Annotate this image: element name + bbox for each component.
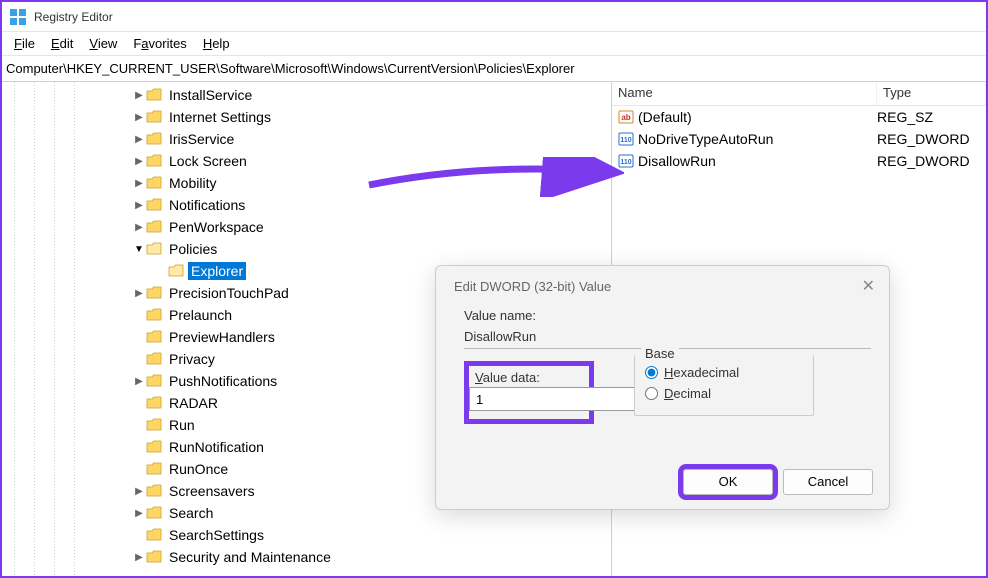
tree-item-label: Mobility bbox=[166, 174, 219, 192]
tree-item[interactable]: ▶ Security and Maintenance bbox=[2, 546, 611, 568]
tree-item-label: Lock Screen bbox=[166, 152, 250, 170]
caret-icon[interactable]: ▶ bbox=[132, 178, 146, 189]
caret-icon[interactable]: ▶ bbox=[132, 376, 146, 387]
base-group: Base Hexadecimal Decimal bbox=[634, 355, 814, 416]
tree-item-label: Notifications bbox=[166, 196, 248, 214]
radio-dec-label: Decimal bbox=[664, 386, 711, 401]
tree-item[interactable]: ▶ Notifications bbox=[2, 194, 611, 216]
cancel-button[interactable]: Cancel bbox=[783, 469, 873, 495]
col-type[interactable]: Type bbox=[877, 82, 986, 105]
titlebar: Registry Editor bbox=[2, 2, 986, 32]
tree-item-label: PreviewHandlers bbox=[166, 328, 278, 346]
tree-item-label: SearchSettings bbox=[166, 526, 267, 544]
tree-item-label: Prelaunch bbox=[166, 306, 235, 324]
address-input[interactable] bbox=[6, 61, 982, 76]
regedit-icon bbox=[10, 9, 26, 25]
svg-text:110: 110 bbox=[620, 137, 631, 144]
caret-icon[interactable]: ▶ bbox=[132, 288, 146, 299]
tree-item[interactable]: ▶ InstallService bbox=[2, 84, 611, 106]
svg-text:110: 110 bbox=[620, 159, 631, 166]
list-row[interactable]: 110 DisallowRunREG_DWORD bbox=[612, 150, 986, 172]
ok-button[interactable]: OK bbox=[683, 469, 773, 495]
caret-icon[interactable]: ▶ bbox=[132, 112, 146, 123]
tree-item-label: Run bbox=[166, 416, 198, 434]
value-type: REG_DWORD bbox=[877, 131, 986, 147]
tree-item[interactable]: ▼ Policies bbox=[2, 238, 611, 260]
radio-hex-label: Hexadecimal bbox=[664, 365, 739, 380]
dialog-title: Edit DWORD (32-bit) Value bbox=[454, 279, 611, 294]
tree-item-label: Privacy bbox=[166, 350, 218, 368]
tree-item-label: PushNotifications bbox=[166, 372, 280, 390]
tree-item-label: Search bbox=[166, 504, 216, 522]
value-name: (Default) bbox=[638, 109, 877, 125]
value-type: REG_DWORD bbox=[877, 153, 986, 169]
value-type: REG_SZ bbox=[877, 109, 986, 125]
caret-icon[interactable]: ▶ bbox=[132, 552, 146, 563]
list-row[interactable]: 110 NoDriveTypeAutoRunREG_DWORD bbox=[612, 128, 986, 150]
radio-dec[interactable] bbox=[645, 387, 658, 400]
tree-item-label: Internet Settings bbox=[166, 108, 274, 126]
tree-item-label: RunOnce bbox=[166, 460, 231, 478]
tree-item-label: Security and Maintenance bbox=[166, 548, 334, 566]
edit-dword-dialog: Edit DWORD (32-bit) Value ✕ Value name: … bbox=[435, 265, 890, 510]
tree-item-label: PrecisionTouchPad bbox=[166, 284, 292, 302]
close-icon[interactable]: ✕ bbox=[862, 276, 875, 296]
svg-text:ab: ab bbox=[621, 113, 630, 122]
caret-icon[interactable]: ▶ bbox=[132, 90, 146, 101]
tree-item[interactable]: ▶ PenWorkspace bbox=[2, 216, 611, 238]
tree-item-label: Explorer bbox=[188, 262, 246, 280]
caret-icon[interactable]: ▶ bbox=[132, 508, 146, 519]
caret-icon[interactable]: ▶ bbox=[132, 156, 146, 167]
menu-file[interactable]: File bbox=[8, 34, 41, 53]
tree-item[interactable]: ▶ IrisService bbox=[2, 128, 611, 150]
menubar[interactable]: File Edit View Favorites Help bbox=[2, 32, 986, 56]
caret-icon[interactable]: ▶ bbox=[132, 200, 146, 211]
tree-item-label: IrisService bbox=[166, 130, 237, 148]
caret-icon[interactable]: ▶ bbox=[132, 222, 146, 233]
tree-item-label: PenWorkspace bbox=[166, 218, 267, 236]
tree-item-label: Screensavers bbox=[166, 482, 258, 500]
tree-item-label: RADAR bbox=[166, 394, 221, 412]
menu-help[interactable]: Help bbox=[197, 34, 236, 53]
list-row[interactable]: ab (Default)REG_SZ bbox=[612, 106, 986, 128]
window-title: Registry Editor bbox=[34, 10, 113, 24]
menu-edit[interactable]: Edit bbox=[45, 34, 79, 53]
tree-item[interactable]: ▶ Mobility bbox=[2, 172, 611, 194]
menu-favorites[interactable]: Favorites bbox=[127, 34, 192, 53]
menu-view[interactable]: View bbox=[83, 34, 123, 53]
tree-item-label: InstallService bbox=[166, 86, 255, 104]
tree-item-label: Policies bbox=[166, 240, 220, 258]
value-name: DisallowRun bbox=[638, 153, 877, 169]
caret-icon[interactable]: ▼ bbox=[132, 244, 146, 255]
base-label: Base bbox=[641, 346, 679, 361]
caret-icon[interactable]: ▶ bbox=[132, 134, 146, 145]
address-bar[interactable] bbox=[2, 56, 986, 82]
tree-item[interactable]: ▶ Internet Settings bbox=[2, 106, 611, 128]
tree-item[interactable]: ▶ Lock Screen bbox=[2, 150, 611, 172]
radio-hex[interactable] bbox=[645, 366, 658, 379]
tree-item[interactable]: SearchSettings bbox=[2, 524, 611, 546]
caret-icon[interactable]: ▶ bbox=[132, 486, 146, 497]
col-name[interactable]: Name bbox=[612, 82, 877, 105]
list-header[interactable]: Name Type bbox=[612, 82, 986, 106]
value-data-label: Value data: bbox=[475, 370, 583, 385]
value-name: NoDriveTypeAutoRun bbox=[638, 131, 877, 147]
tree-item-label: RunNotification bbox=[166, 438, 267, 456]
value-name-label: Value name: bbox=[464, 308, 871, 323]
